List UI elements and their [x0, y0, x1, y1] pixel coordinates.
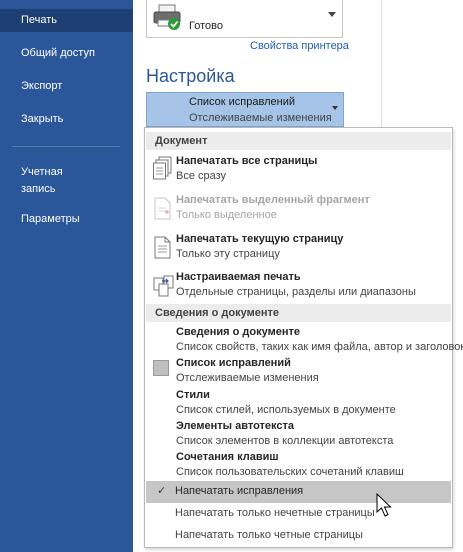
- option-subtitle: Только эту страницу: [176, 248, 280, 260]
- selector-subtitle: Отслеживаемые изменения: [189, 112, 332, 124]
- option-title: Напечатать выделенный фрагмент: [176, 194, 370, 206]
- pages-stack-icon: [153, 156, 173, 185]
- mouse-cursor-icon: [376, 492, 396, 522]
- option-autotext[interactable]: Элементы автотекста Список элементов в к…: [146, 420, 451, 451]
- printer-icon: [153, 3, 183, 34]
- backstage-sidebar: Печать Общий доступ Экспорт Закрыть Учет…: [0, 0, 133, 552]
- printer-properties-link[interactable]: Свойства принтера: [250, 40, 349, 52]
- option-title: Настраиваемая печать: [176, 271, 301, 283]
- option-subtitle: Список элементов в коллекции автотекста: [176, 435, 394, 447]
- option-subtitle: Список свойств, таких как имя файла, авт…: [176, 341, 463, 353]
- print-what-selector[interactable]: Список исправлений Отслеживаемые изменен…: [146, 92, 344, 127]
- option-title: Сочетания клавиш: [176, 451, 279, 463]
- option-title: Стили: [176, 389, 210, 401]
- option-print-markup[interactable]: ✓ Напечатать исправления: [146, 481, 451, 503]
- option-subtitle: Все сразу: [176, 170, 227, 182]
- option-title: Напечатать исправления: [175, 485, 304, 497]
- pane-divider: [381, 0, 382, 128]
- nav-options[interactable]: Параметры: [0, 211, 133, 227]
- group-header-document: Документ: [146, 132, 451, 150]
- option-subtitle: Отслеживаемые изменения: [176, 372, 319, 384]
- nav-account-label-line2: запись: [21, 183, 56, 195]
- nav-print[interactable]: Печать: [0, 9, 133, 32]
- option-title: Элементы автотекста: [176, 420, 295, 432]
- option-print-selection[interactable]: Напечатать выделенный фрагмент Только вы…: [146, 194, 451, 230]
- option-subtitle: Только выделенное: [176, 209, 277, 221]
- nav-close[interactable]: Закрыть: [0, 111, 133, 127]
- nav-options-label: Параметры: [21, 213, 80, 225]
- option-list-of-markup[interactable]: Список исправлений Отслеживаемые изменен…: [146, 357, 451, 388]
- nav-export-label: Экспорт: [21, 80, 63, 92]
- selected-swatch-icon: [153, 360, 169, 376]
- option-subtitle: Список стилей, используемых в документе: [176, 404, 396, 416]
- option-title: Напечатать текущую страницу: [176, 233, 344, 245]
- option-print-odd-pages[interactable]: Напечатать только нечетные страницы: [146, 503, 451, 525]
- nav-share-label: Общий доступ: [21, 47, 95, 59]
- option-key-assignments[interactable]: Сочетания клавиш Список пользовательских…: [146, 451, 451, 482]
- option-title: Напечатать только четные страницы: [175, 529, 363, 541]
- nav-separator: [12, 146, 120, 147]
- nav-close-label: Закрыть: [21, 113, 64, 125]
- option-title: Сведения о документе: [176, 326, 301, 338]
- printer-status: Готово: [189, 20, 223, 32]
- option-subtitle: Список пользовательских сочетаний клавиш: [176, 466, 404, 478]
- chevron-down-icon: [328, 12, 336, 17]
- printer-selector[interactable]: Готово: [146, 0, 343, 38]
- nav-share[interactable]: Общий доступ: [0, 45, 133, 61]
- chevron-down-icon: [332, 106, 338, 110]
- option-print-even-pages[interactable]: Напечатать только четные страницы: [146, 525, 451, 547]
- nav-print-label: Печать: [21, 14, 58, 26]
- selector-title: Список исправлений: [189, 96, 295, 108]
- option-title: Напечатать только нечетные страницы: [175, 507, 375, 519]
- print-what-dropdown: Документ Напечатать все страницы Все сра…: [144, 127, 463, 548]
- settings-heading: Настройка: [146, 66, 235, 86]
- option-title: Список исправлений: [176, 357, 291, 369]
- page-selection-icon: [153, 196, 173, 225]
- option-title: Напечатать все страницы: [176, 155, 318, 167]
- nav-account[interactable]: Учетная запись: [0, 164, 133, 197]
- group-header-document-info: Сведения о документе: [146, 304, 451, 322]
- option-print-current-page[interactable]: Напечатать текущую страницу Только эту с…: [146, 233, 451, 269]
- option-styles[interactable]: Стили Список стилей, используемых в доку…: [146, 389, 451, 420]
- custom-pages-icon: [153, 273, 175, 302]
- page-icon: [153, 235, 173, 264]
- checkmark-icon: ✓: [157, 485, 167, 497]
- option-print-all-pages[interactable]: Напечатать все страницы Все сразу: [146, 155, 451, 191]
- option-subtitle: Отдельные страницы, разделы или диапазон…: [176, 286, 416, 298]
- option-custom-print[interactable]: Настраиваемая печать Отдельные страницы,…: [146, 271, 451, 307]
- nav-account-label-line1: Учетная: [21, 166, 63, 178]
- option-document-info[interactable]: Сведения о документе Список свойств, так…: [146, 326, 463, 357]
- nav-export[interactable]: Экспорт: [0, 78, 133, 94]
